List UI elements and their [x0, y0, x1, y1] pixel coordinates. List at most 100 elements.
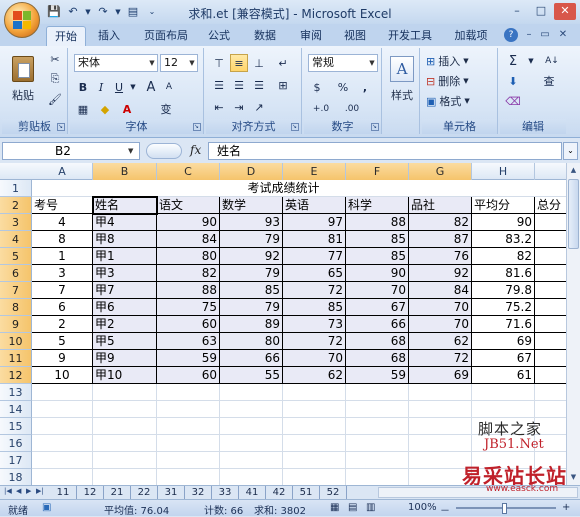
data-cell[interactable]: 甲1	[93, 248, 157, 265]
help-icon[interactable]: ?	[504, 28, 518, 42]
currency-button[interactable]: $	[308, 78, 326, 96]
formula-input[interactable]: 姓名	[208, 142, 562, 160]
data-cell[interactable]: 83.2	[472, 231, 535, 248]
data-cell[interactable]: 59	[157, 350, 220, 367]
macro-record-icon[interactable]: ▣	[42, 502, 51, 513]
header-cell[interactable]: 考号	[32, 197, 93, 214]
align-bottom-icon[interactable]: ⊥	[250, 54, 268, 72]
row-header-7[interactable]: 7	[0, 282, 32, 299]
data-cell[interactable]: 93	[220, 214, 283, 231]
name-box[interactable]: B2	[2, 142, 140, 160]
header-cell[interactable]: 科学	[346, 197, 409, 214]
column-header-h[interactable]: H	[472, 163, 535, 180]
data-cell[interactable]: 甲8	[93, 231, 157, 248]
paste-button[interactable]	[8, 52, 38, 86]
zoom-level[interactable]: 100%	[408, 502, 437, 513]
minimize-button[interactable]: –	[506, 3, 528, 20]
borders-icon[interactable]: ▦	[74, 100, 92, 118]
data-cell[interactable]: 82	[409, 214, 472, 231]
data-cell[interactable]: 9	[32, 350, 93, 367]
ribbon-minimize-icon[interactable]: –	[522, 28, 536, 42]
autosum-dropdown-icon[interactable]: ▼	[526, 52, 536, 70]
data-cell[interactable]: 80	[157, 248, 220, 265]
cell[interactable]	[346, 418, 409, 435]
header-cell[interactable]: 总分	[535, 197, 566, 214]
data-cell[interactable]: 66	[346, 316, 409, 333]
cell[interactable]	[157, 418, 220, 435]
cell[interactable]	[157, 401, 220, 418]
maximize-button[interactable]: □	[530, 3, 552, 20]
data-cell[interactable]: 5	[32, 333, 93, 350]
data-cell[interactable]: 97	[283, 214, 346, 231]
sheet-tab[interactable]: 31	[158, 486, 185, 499]
data-cell[interactable]: 81.6	[472, 265, 535, 282]
cell[interactable]	[93, 452, 157, 469]
data-cell[interactable]: 甲2	[93, 316, 157, 333]
data-cell[interactable]: 82	[472, 248, 535, 265]
cell[interactable]	[409, 401, 472, 418]
underline-button[interactable]: U	[110, 78, 128, 96]
data-cell[interactable]: 6	[32, 299, 93, 316]
data-cell[interactable]: 90	[472, 214, 535, 231]
cell[interactable]	[283, 469, 346, 485]
cell[interactable]	[283, 401, 346, 418]
zoom-in-button[interactable]: +	[562, 502, 570, 513]
data-cell[interactable]: 67	[346, 299, 409, 316]
cell[interactable]	[472, 401, 535, 418]
data-cell[interactable]: 70	[409, 316, 472, 333]
sheet-title-cell[interactable]: 考试成绩统计	[32, 180, 535, 197]
font-name-combo[interactable]: 宋体 ▼	[74, 54, 158, 72]
data-cell[interactable]: 77	[283, 248, 346, 265]
data-cell[interactable]: 90	[346, 265, 409, 282]
data-cell[interactable]: 62	[409, 333, 472, 350]
data-cell[interactable]	[535, 248, 566, 265]
data-cell[interactable]: 82	[157, 265, 220, 282]
data-cell[interactable]: 甲4	[93, 214, 157, 231]
row-header-15[interactable]: 15	[0, 418, 32, 435]
data-cell[interactable]: 55	[220, 367, 283, 384]
sheet-tab[interactable]: 32	[185, 486, 212, 499]
row-header-1[interactable]: 1	[0, 180, 32, 197]
row-header-8[interactable]: 8	[0, 299, 32, 316]
row-header-12[interactable]: 12	[0, 367, 32, 384]
data-cell[interactable]: 甲7	[93, 282, 157, 299]
data-cell[interactable]: 88	[346, 214, 409, 231]
cell[interactable]	[157, 452, 220, 469]
cell[interactable]	[409, 384, 472, 401]
column-header-g[interactable]: G	[409, 163, 472, 180]
fill-color-icon[interactable]: ◆	[96, 100, 114, 118]
data-cell[interactable]: 75	[157, 299, 220, 316]
data-cell[interactable]: 69	[472, 333, 535, 350]
data-cell[interactable]: 85	[346, 248, 409, 265]
cut-icon[interactable]: ✂	[46, 50, 64, 68]
page-layout-view-icon[interactable]: ▤	[348, 502, 357, 513]
data-cell[interactable]: 61	[472, 367, 535, 384]
row-header-4[interactable]: 4	[0, 231, 32, 248]
find-select-button[interactable]: 查	[540, 72, 558, 90]
tab-data[interactable]: 数据	[250, 26, 280, 46]
cell[interactable]	[535, 384, 566, 401]
last-sheet-icon[interactable]: ▶|	[36, 487, 44, 495]
tab-review[interactable]: 审阅	[296, 26, 326, 46]
align-center-icon[interactable]: ☰	[230, 76, 248, 94]
data-cell[interactable]	[535, 299, 566, 316]
decrease-indent-icon[interactable]: ⇤	[210, 98, 228, 116]
number-launcher-icon[interactable]: ↘	[371, 123, 379, 131]
cell[interactable]	[93, 435, 157, 452]
data-cell[interactable]: 80	[220, 333, 283, 350]
cell[interactable]	[32, 469, 93, 485]
sort-filter-button[interactable]: A↓	[540, 52, 564, 70]
cell[interactable]	[346, 401, 409, 418]
paste-label[interactable]: 粘贴	[6, 88, 40, 102]
clear-icon[interactable]: ⌫	[504, 92, 522, 110]
comma-button[interactable]: ,	[356, 78, 374, 96]
styles-label[interactable]: 样式	[384, 88, 420, 102]
align-top-icon[interactable]: ⊤	[210, 54, 228, 72]
data-cell[interactable]: 85	[346, 231, 409, 248]
align-middle-icon[interactable]: ≡	[230, 54, 248, 72]
sheet-tab[interactable]: 41	[239, 486, 266, 499]
cell[interactable]	[157, 469, 220, 485]
data-cell[interactable]: 72	[283, 333, 346, 350]
data-cell[interactable]: 85	[283, 299, 346, 316]
data-cell[interactable]: 85	[220, 282, 283, 299]
